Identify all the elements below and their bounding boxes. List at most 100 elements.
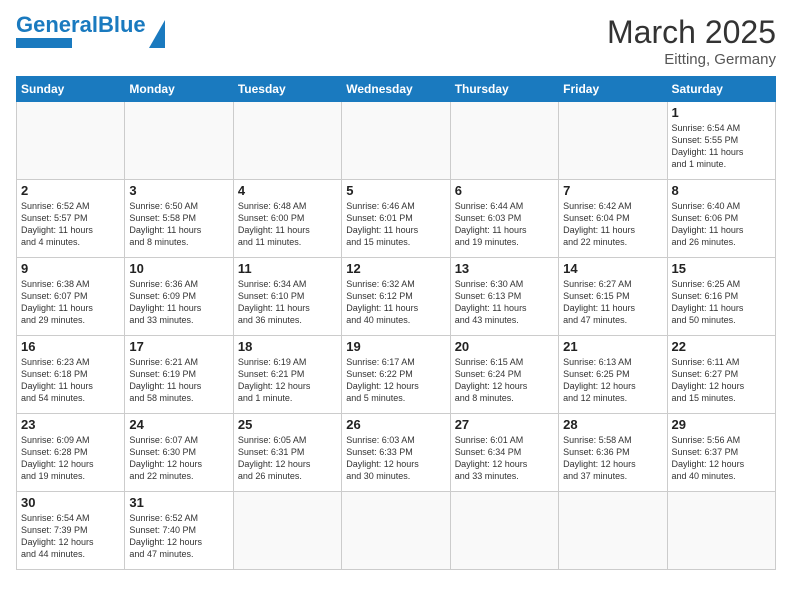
header: GeneralBlue March 2025 Eitting, Germany — [16, 14, 776, 68]
calendar-cell — [17, 102, 125, 180]
day-number: 9 — [21, 261, 120, 276]
day-info: Sunrise: 6:19 AM Sunset: 6:21 PM Dayligh… — [238, 357, 311, 403]
calendar-week-row: 16 Sunrise: 6:23 AM Sunset: 6:18 PM Dayli… — [17, 336, 776, 414]
calendar-cell — [559, 492, 667, 570]
calendar-cell — [342, 492, 450, 570]
calendar-cell: 7 Sunrise: 6:42 AM Sunset: 6:04 PM Daylig… — [559, 180, 667, 258]
day-number: 4 — [238, 183, 337, 198]
title-month: March 2025 — [607, 14, 776, 51]
day-info: Sunrise: 6:40 AM Sunset: 6:06 PM Dayligh… — [672, 201, 744, 247]
day-info: Sunrise: 6:44 AM Sunset: 6:03 PM Dayligh… — [455, 201, 527, 247]
calendar-cell: 17Sunrise: 6:21 AM Sunset: 6:19 PM Dayli… — [125, 336, 233, 414]
title-block: March 2025 Eitting, Germany — [607, 14, 776, 68]
calendar-cell: 18 Sunrise: 6:19 AM Sunset: 6:21 PM Dayli… — [233, 336, 341, 414]
calendar-week-row: 2 Sunrise: 6:52 AM Sunset: 5:57 PM Daylig… — [17, 180, 776, 258]
day-info: Sunrise: 6:46 AM Sunset: 6:01 PM Dayligh… — [346, 201, 418, 247]
day-info: Sunrise: 6:34 AM Sunset: 6:10 PM Dayligh… — [238, 279, 310, 325]
calendar-cell: 6 Sunrise: 6:44 AM Sunset: 6:03 PM Daylig… — [450, 180, 558, 258]
day-number: 14 — [563, 261, 662, 276]
calendar-cell: 11Sunrise: 6:34 AM Sunset: 6:10 PM Dayli… — [233, 258, 341, 336]
day-info: Sunrise: 6:01 AM Sunset: 6:34 PM Dayligh… — [455, 435, 528, 481]
calendar-cell: 14Sunrise: 6:27 AM Sunset: 6:15 PM Dayli… — [559, 258, 667, 336]
day-info: Sunrise: 6:52 AM Sunset: 5:57 PM Dayligh… — [21, 201, 93, 247]
calendar-cell: 29 Sunrise: 5:56 AM Sunset: 6:37 PM Dayli… — [667, 414, 775, 492]
day-info: Sunrise: 6:32 AM Sunset: 6:12 PM Dayligh… — [346, 279, 418, 325]
day-number: 25 — [238, 417, 337, 432]
calendar-cell — [667, 492, 775, 570]
calendar-cell: 16 Sunrise: 6:23 AM Sunset: 6:18 PM Dayli… — [17, 336, 125, 414]
day-info: Sunrise: 6:25 AM Sunset: 6:16 PM Dayligh… — [672, 279, 744, 325]
day-number: 23 — [21, 417, 120, 432]
day-info: Sunrise: 6:36 AM Sunset: 6:09 PM Dayligh… — [129, 279, 201, 325]
day-info: Sunrise: 6:07 AM Sunset: 6:30 PM Dayligh… — [129, 435, 202, 481]
logo-text: GeneralBlue — [16, 14, 146, 36]
calendar-cell: 21 Sunrise: 6:13 AM Sunset: 6:25 PM Dayli… — [559, 336, 667, 414]
day-number: 21 — [563, 339, 662, 354]
logo-underline — [16, 38, 72, 48]
day-number: 26 — [346, 417, 445, 432]
day-number: 17 — [129, 339, 228, 354]
day-number: 29 — [672, 417, 771, 432]
weekday-header-wednesday: Wednesday — [342, 77, 450, 102]
day-info: Sunrise: 6:54 AM Sunset: 7:39 PM Dayligh… — [21, 513, 94, 559]
calendar-cell: 13Sunrise: 6:30 AM Sunset: 6:13 PM Dayli… — [450, 258, 558, 336]
calendar-cell — [233, 102, 341, 180]
weekday-header-tuesday: Tuesday — [233, 77, 341, 102]
day-info: Sunrise: 6:15 AM Sunset: 6:24 PM Dayligh… — [455, 357, 528, 403]
logo: GeneralBlue — [16, 14, 165, 48]
day-info: Sunrise: 6:42 AM Sunset: 6:04 PM Dayligh… — [563, 201, 635, 247]
day-number: 3 — [129, 183, 228, 198]
day-info: Sunrise: 6:50 AM Sunset: 5:58 PM Dayligh… — [129, 201, 201, 247]
calendar-cell — [559, 102, 667, 180]
day-info: Sunrise: 5:58 AM Sunset: 6:36 PM Dayligh… — [563, 435, 636, 481]
day-number: 16 — [21, 339, 120, 354]
day-info: Sunrise: 6:11 AM Sunset: 6:27 PM Dayligh… — [672, 357, 745, 403]
day-info: Sunrise: 6:52 AM Sunset: 7:40 PM Dayligh… — [129, 513, 202, 559]
day-info: Sunrise: 6:17 AM Sunset: 6:22 PM Dayligh… — [346, 357, 419, 403]
calendar-cell: 12Sunrise: 6:32 AM Sunset: 6:12 PM Dayli… — [342, 258, 450, 336]
day-number: 7 — [563, 183, 662, 198]
day-info: Sunrise: 5:56 AM Sunset: 6:37 PM Dayligh… — [672, 435, 745, 481]
calendar-cell: 28Sunrise: 5:58 AM Sunset: 6:36 PM Dayli… — [559, 414, 667, 492]
page: GeneralBlue March 2025 Eitting, Germany … — [0, 0, 792, 612]
day-number: 22 — [672, 339, 771, 354]
calendar-cell: 3 Sunrise: 6:50 AM Sunset: 5:58 PM Daylig… — [125, 180, 233, 258]
calendar-cell: 19Sunrise: 6:17 AM Sunset: 6:22 PM Dayli… — [342, 336, 450, 414]
day-number: 10 — [129, 261, 228, 276]
day-number: 31 — [129, 495, 228, 510]
day-number: 6 — [455, 183, 554, 198]
logo-general: General — [16, 12, 98, 37]
day-info: Sunrise: 6:13 AM Sunset: 6:25 PM Dayligh… — [563, 357, 636, 403]
day-number: 18 — [238, 339, 337, 354]
calendar-cell: 25 Sunrise: 6:05 AM Sunset: 6:31 PM Dayli… — [233, 414, 341, 492]
calendar-cell: 20 Sunrise: 6:15 AM Sunset: 6:24 PM Dayli… — [450, 336, 558, 414]
calendar-cell: 30 Sunrise: 6:54 AM Sunset: 7:39 PM Dayli… — [17, 492, 125, 570]
calendar-cell: 22 Sunrise: 6:11 AM Sunset: 6:27 PM Dayli… — [667, 336, 775, 414]
calendar-cell: 15Sunrise: 6:25 AM Sunset: 6:16 PM Dayli… — [667, 258, 775, 336]
weekday-header-monday: Monday — [125, 77, 233, 102]
weekday-header-saturday: Saturday — [667, 77, 775, 102]
day-info: Sunrise: 6:48 AM Sunset: 6:00 PM Dayligh… — [238, 201, 310, 247]
day-number: 24 — [129, 417, 228, 432]
calendar-week-row: 1Sunrise: 6:54 AM Sunset: 5:55 PM Daylig… — [17, 102, 776, 180]
calendar-table: SundayMondayTuesdayWednesdayThursdayFrid… — [16, 76, 776, 570]
calendar-cell: 1Sunrise: 6:54 AM Sunset: 5:55 PM Daylig… — [667, 102, 775, 180]
calendar-cell: 4 Sunrise: 6:48 AM Sunset: 6:00 PM Daylig… — [233, 180, 341, 258]
calendar-week-row: 30 Sunrise: 6:54 AM Sunset: 7:39 PM Dayli… — [17, 492, 776, 570]
calendar-cell: 23Sunrise: 6:09 AM Sunset: 6:28 PM Dayli… — [17, 414, 125, 492]
day-number: 13 — [455, 261, 554, 276]
calendar-cell — [450, 102, 558, 180]
day-number: 30 — [21, 495, 120, 510]
day-info: Sunrise: 6:23 AM Sunset: 6:18 PM Dayligh… — [21, 357, 93, 403]
weekday-header-sunday: Sunday — [17, 77, 125, 102]
calendar-cell: 26Sunrise: 6:03 AM Sunset: 6:33 PM Dayli… — [342, 414, 450, 492]
day-number: 20 — [455, 339, 554, 354]
day-number: 1 — [672, 105, 771, 120]
calendar-cell: 10 Sunrise: 6:36 AM Sunset: 6:09 PM Dayli… — [125, 258, 233, 336]
calendar-cell — [450, 492, 558, 570]
calendar-cell: 9Sunrise: 6:38 AM Sunset: 6:07 PM Daylig… — [17, 258, 125, 336]
day-info: Sunrise: 6:05 AM Sunset: 6:31 PM Dayligh… — [238, 435, 311, 481]
title-location: Eitting, Germany — [607, 51, 776, 68]
day-number: 2 — [21, 183, 120, 198]
calendar-cell: 8Sunrise: 6:40 AM Sunset: 6:06 PM Daylig… — [667, 180, 775, 258]
